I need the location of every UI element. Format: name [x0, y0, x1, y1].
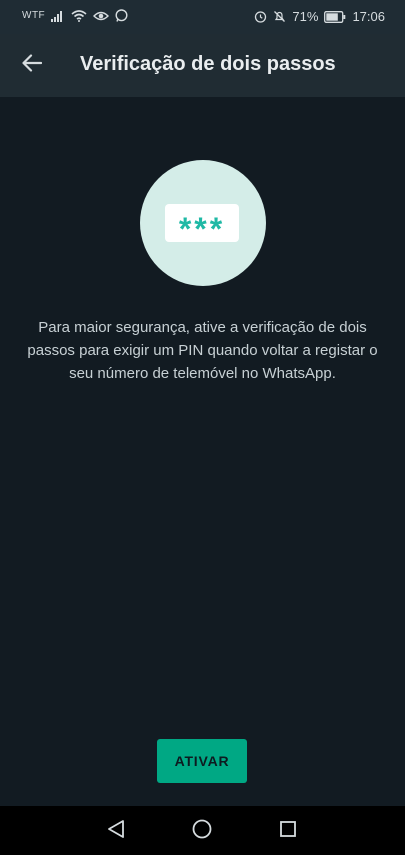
battery-percent: 71%: [292, 9, 319, 24]
page-title: Verificação de dois passos: [80, 53, 336, 75]
status-bar: WTF 71% 17:06: [0, 0, 405, 34]
battery-icon: [324, 10, 346, 23]
whatsapp-icon: [115, 9, 128, 22]
activate-button[interactable]: ATIVAR: [157, 739, 247, 783]
mute-icon: [273, 10, 286, 23]
alarm-icon: [254, 10, 267, 23]
pin-mask-box: ***: [165, 204, 239, 242]
status-right: 71% 17:06: [254, 9, 385, 24]
clock: 17:06: [352, 9, 385, 24]
signal-icon: [51, 10, 65, 22]
triangle-back-icon: [107, 819, 125, 844]
app-bar: Verificação de dois passos: [0, 34, 405, 97]
description-text: Para maior segurança, ative a verificaçã…: [27, 319, 378, 382]
back-button[interactable]: [14, 47, 50, 83]
nav-back-button[interactable]: [103, 818, 129, 844]
arrow-left-icon: [22, 53, 43, 77]
status-left: WTF: [22, 9, 128, 22]
circle-home-icon: [191, 818, 213, 845]
wifi-icon: [71, 9, 87, 22]
eye-icon: [93, 10, 110, 22]
carrier-label: WTF: [22, 10, 46, 21]
nav-recent-button[interactable]: [275, 818, 301, 844]
nav-home-button[interactable]: [189, 818, 215, 844]
screen: WTF 71% 17:06 Verificação de dois passos…: [0, 0, 405, 855]
navigation-bar: [0, 806, 405, 855]
square-recent-icon: [279, 820, 297, 843]
pin-illustration: ***: [140, 160, 266, 286]
